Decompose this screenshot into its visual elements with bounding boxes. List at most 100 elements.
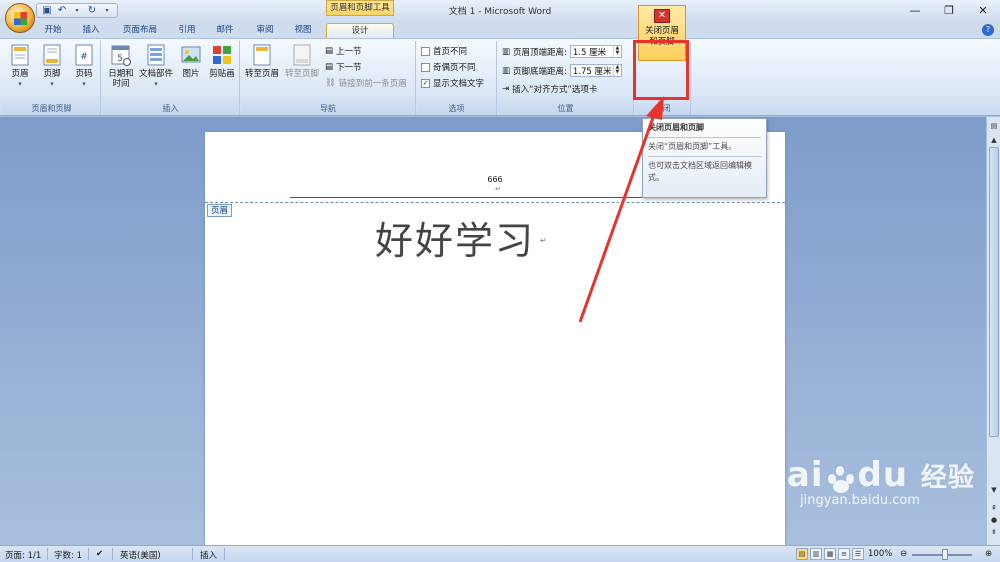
undo-icon[interactable]: ↶	[56, 5, 68, 17]
word-count[interactable]: 字数: 1	[54, 549, 82, 561]
baidu-url: jingyan.baidu.com	[800, 493, 920, 508]
header-button[interactable]: 页眉 ▾	[5, 43, 35, 89]
zoom-slider-knob[interactable]	[942, 549, 948, 560]
checkbox-icon	[421, 46, 430, 56]
baidu-logo: Bai du 经验	[760, 455, 975, 495]
picture-button[interactable]: 图片	[176, 43, 206, 79]
vertical-scrollbar[interactable]: ▤ ▲ ▼ ⇞ ● ⇟	[986, 117, 1000, 545]
baidu-watermark: Bai du 经验 jingyan.baidu.com	[760, 455, 975, 508]
tab-mailings[interactable]: 邮件	[210, 23, 240, 39]
tab-references[interactable]: 引用	[172, 23, 202, 39]
insert-alignment-tab-button[interactable]: ⇥ 插入“对齐方式”选项卡	[502, 83, 597, 95]
page-number-icon: #	[73, 43, 95, 67]
outline-view-icon[interactable]: ≡	[838, 548, 850, 560]
insert-mode[interactable]: 插入	[200, 549, 217, 561]
tooltip-divider	[648, 137, 761, 138]
spin-arrows-icon[interactable]: ▲ ▼	[612, 46, 621, 57]
group-position: ▥ 页眉顶端距离: 1.5 厘米 ▲ ▼ ▥ 页脚底端距离: 1.75 厘米 ▲ ▼ ⇥ 插入“对…	[498, 41, 634, 115]
tab-page-layout[interactable]: 页面布局	[116, 23, 164, 39]
window-title: 文档 1 - Microsoft Word	[448, 7, 552, 17]
draft-view-icon[interactable]: ☰	[852, 548, 864, 560]
different-odd-even-checkbox[interactable]: 奇偶页不同	[421, 61, 476, 73]
footer-bottom-distance-input[interactable]: 1.75 厘米 ▲ ▼	[569, 64, 622, 77]
status-divider	[224, 548, 225, 560]
tab-review[interactable]: 审阅	[250, 23, 280, 39]
zoom-in-icon[interactable]: ⊕	[985, 549, 992, 559]
save-icon[interactable]: ▣	[41, 5, 53, 17]
group-label-options: 选项	[417, 103, 496, 115]
spin-arrows-icon[interactable]: ▲ ▼	[612, 65, 621, 76]
scroll-thumb[interactable]	[989, 147, 999, 437]
scroll-down-icon[interactable]: ▼	[989, 485, 999, 495]
goto-footer-icon	[291, 43, 313, 67]
header-icon	[9, 43, 31, 67]
header-tag: 页眉	[207, 204, 233, 217]
show-document-text-checkbox[interactable]: ✓ 显示文档文字	[421, 77, 484, 89]
clipart-icon	[211, 43, 233, 67]
footer-distance-icon: ▥	[502, 65, 511, 76]
svg-text:5: 5	[117, 54, 123, 64]
tab-home[interactable]: 开始	[38, 23, 68, 39]
svg-text:#: #	[80, 52, 88, 62]
group-label-insert: 插入	[102, 103, 239, 115]
goto-footer-button[interactable]: 转至页脚	[283, 43, 321, 79]
status-divider	[192, 548, 193, 560]
tab-view[interactable]: 视图	[288, 23, 318, 39]
zoom-out-icon[interactable]: ⊖	[900, 549, 907, 559]
clipart-button[interactable]: 剪贴画	[206, 43, 238, 79]
help-icon[interactable]: ?	[982, 24, 994, 36]
redo-icon[interactable]: ↻	[86, 5, 98, 17]
header-text[interactable]: 666	[440, 175, 550, 184]
tab-design[interactable]: 设计	[326, 23, 394, 39]
different-first-page-checkbox[interactable]: 首页不同	[421, 45, 467, 57]
body-text[interactable]: 好好学习	[375, 210, 535, 265]
page-count[interactable]: 页面: 1/1	[5, 549, 41, 561]
close-window-button[interactable]: ✕	[966, 0, 1000, 20]
print-layout-view-icon[interactable]: ▤	[796, 548, 808, 560]
group-insert: 5 日期和 时间 文档部件 ▾ 图片 剪贴画 插入	[102, 41, 240, 115]
link-to-previous-button[interactable]: ⛓ 链接到前一条页眉	[325, 77, 407, 89]
header-border-line	[290, 197, 698, 198]
next-page-icon[interactable]: ⇟	[989, 527, 999, 537]
checkbox-icon	[421, 62, 430, 72]
scroll-up-icon[interactable]: ▲	[989, 135, 999, 145]
language[interactable]: 英语(美国)	[120, 549, 161, 561]
previous-section-icon: ▤	[325, 46, 334, 56]
restore-button[interactable]: ❐	[932, 0, 966, 20]
link-icon: ⛓	[325, 78, 336, 88]
footer-button[interactable]: 页脚 ▾	[37, 43, 67, 89]
previous-section-button[interactable]: ▤ 上一节	[325, 45, 362, 57]
group-label-position: 位置	[498, 103, 633, 115]
minimize-button[interactable]: —	[898, 0, 932, 20]
next-section-button[interactable]: ▤ 下一节	[325, 61, 362, 73]
goto-header-button[interactable]: 转至页眉	[243, 43, 281, 79]
zoom-level[interactable]: 100%	[868, 549, 892, 559]
previous-page-icon[interactable]: ⇞	[989, 503, 999, 513]
web-layout-icon[interactable]: ▦	[824, 548, 836, 560]
group-label-close: 关闭	[635, 103, 690, 115]
goto-header-icon	[251, 43, 273, 67]
footer-bottom-distance: ▥ 页脚底端距离: 1.75 厘米 ▲ ▼	[502, 64, 622, 77]
proofing-icon[interactable]: ✔	[96, 549, 103, 559]
ruler-toggle-icon[interactable]: ▤	[989, 121, 999, 131]
baidu-paw-icon	[824, 460, 858, 494]
header-top-distance-input[interactable]: 1.5 厘米 ▲ ▼	[569, 45, 622, 58]
qat-customize-icon[interactable]: ▾	[101, 5, 113, 17]
quick-parts-button[interactable]: 文档部件 ▾	[138, 43, 174, 89]
header-paragraph-mark: ↵	[495, 185, 501, 193]
alignment-tab-icon: ⇥	[502, 84, 510, 94]
header-boundary-line	[205, 202, 785, 203]
browse-object-icon[interactable]: ●	[989, 515, 999, 525]
tab-insert[interactable]: 插入	[76, 23, 106, 39]
group-label-header-footer: 页眉和页脚	[3, 103, 100, 115]
tooltip-title: 关闭页眉和页脚	[648, 123, 704, 132]
date-time-button[interactable]: 5 日期和 时间	[104, 43, 138, 89]
office-button[interactable]	[5, 3, 35, 33]
group-label-navigation: 导航	[241, 103, 415, 115]
office-logo-icon	[14, 12, 27, 25]
full-screen-reading-icon[interactable]: ▥	[810, 548, 822, 560]
header-top-distance: ▥ 页眉顶端距离: 1.5 厘米 ▲ ▼	[502, 45, 622, 58]
ribbon-tabs: 开始 插入 页面布局 引用 邮件 审阅 视图 设计	[0, 22, 1000, 39]
undo-dropdown-icon[interactable]: ▾	[71, 5, 83, 17]
page-number-button[interactable]: # 页码 ▾	[69, 43, 99, 89]
